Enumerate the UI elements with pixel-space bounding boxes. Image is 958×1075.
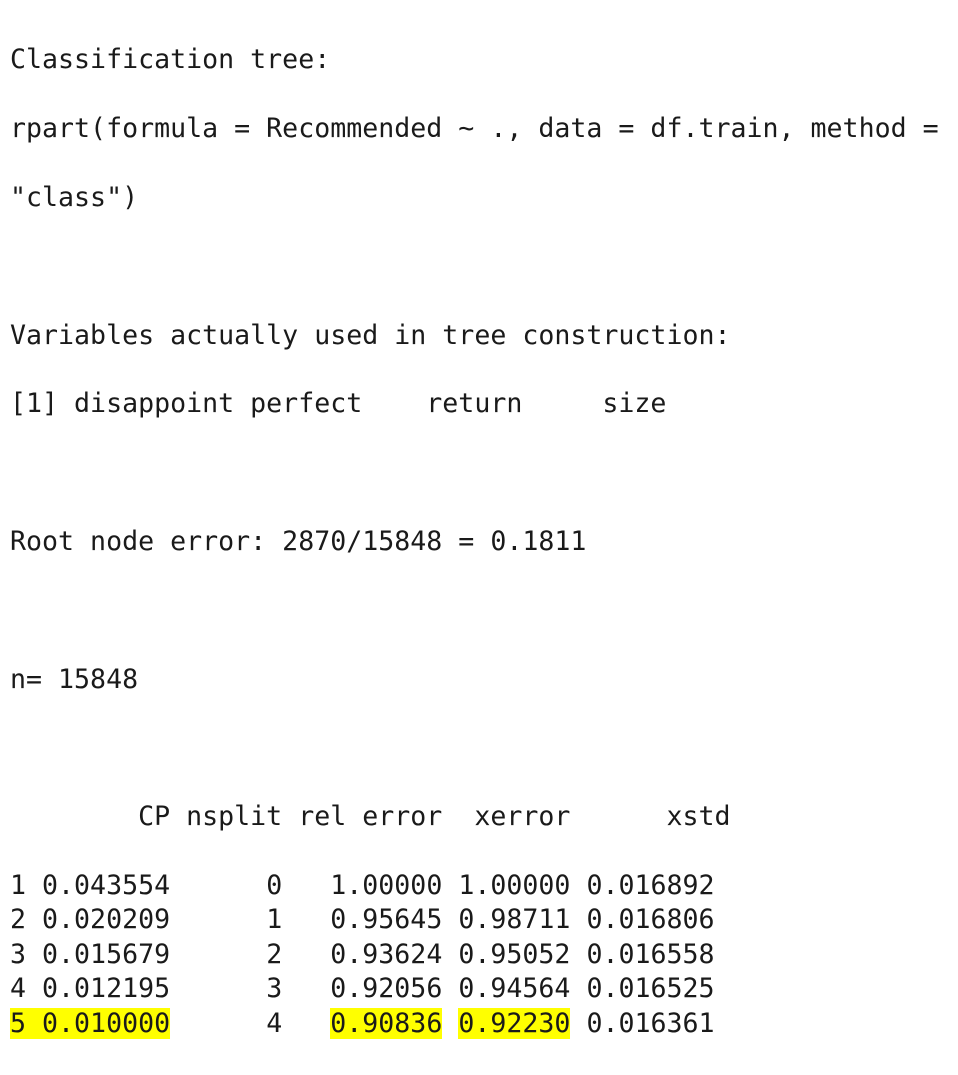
cp-cell-idx-cp: 4 0.012195 [10,973,171,1005]
cp-table-header: CP nsplit rel error xerror xstd [10,801,731,833]
cp-table-row: 3 0.015679 2 0.93624 0.95052 0.016558 [10,938,939,972]
sample-size: n= 15848 [10,663,139,695]
root-node-error: Root node error: 2870/15848 = 0.1811 [10,525,587,557]
r-console-output: Classification tree: rpart(formula = Rec… [10,9,939,1075]
cp-cell-xerror-highlighted: 0.92230 [458,1007,571,1039]
cp-cell-xerror: 1.00000 [458,869,571,901]
cp-cell-nsplit: 1 [266,904,283,936]
cp-cell-xstd: 0.016525 [586,973,715,1005]
cp-cell-xerror: 0.98711 [458,904,571,936]
cp-cell-xstd: 0.016892 [586,869,715,901]
cp-table-body: 1 0.043554 0 1.00000 1.00000 0.016892 2 0… [10,869,939,1041]
cp-cell-idx-cp: 3 0.015679 [10,938,171,970]
cp-cell-xstd: 0.016361 [586,1007,715,1039]
rpart-call-line-2: "class") [10,182,139,213]
cp-cell-nsplit: 0 [266,869,283,901]
cp-table-row: 2 0.020209 1 0.95645 0.98711 0.016806 [10,903,939,937]
rpart-call-line-1: rpart(formula = Recommended ~ ., data = … [10,113,939,145]
cp-cell-xerror: 0.95052 [458,938,571,970]
cp-cell-nsplit: 3 [266,973,283,1005]
variables-list: [1] disappoint perfect return size [10,388,667,420]
cp-table-row: 1 0.043554 0 1.00000 1.00000 0.016892 [10,869,939,903]
cp-cell-rel-error-highlighted: 0.90836 [330,1007,443,1039]
cp-cell-rel-error: 0.93624 [330,938,443,970]
variables-heading: Variables actually used in tree construc… [10,319,731,351]
cp-table-row: 4 0.012195 3 0.92056 0.94564 0.016525 [10,972,939,1006]
cp-cell-xstd: 0.016806 [586,904,715,936]
cp-cell-rel-error: 1.00000 [330,869,443,901]
cp-table-row-selected: 5 0.010000 4 0.90836 0.92230 0.016361 [10,1007,939,1041]
cp-cell-xerror: 0.94564 [458,973,571,1005]
cp-cell-idx-cp-highlighted: 5 0.010000 [10,1007,171,1039]
cp-cell-nsplit: 4 [266,1007,283,1039]
cp-cell-rel-error: 0.92056 [330,973,443,1005]
cp-cell-idx-cp: 2 0.020209 [10,904,171,936]
cp-cell-idx-cp: 1 0.043554 [10,869,171,901]
cp-cell-rel-error: 0.95645 [330,904,443,936]
tree-title: Classification tree: [10,44,331,76]
cp-cell-nsplit: 2 [266,938,283,970]
cp-cell-xstd: 0.016558 [586,938,715,970]
